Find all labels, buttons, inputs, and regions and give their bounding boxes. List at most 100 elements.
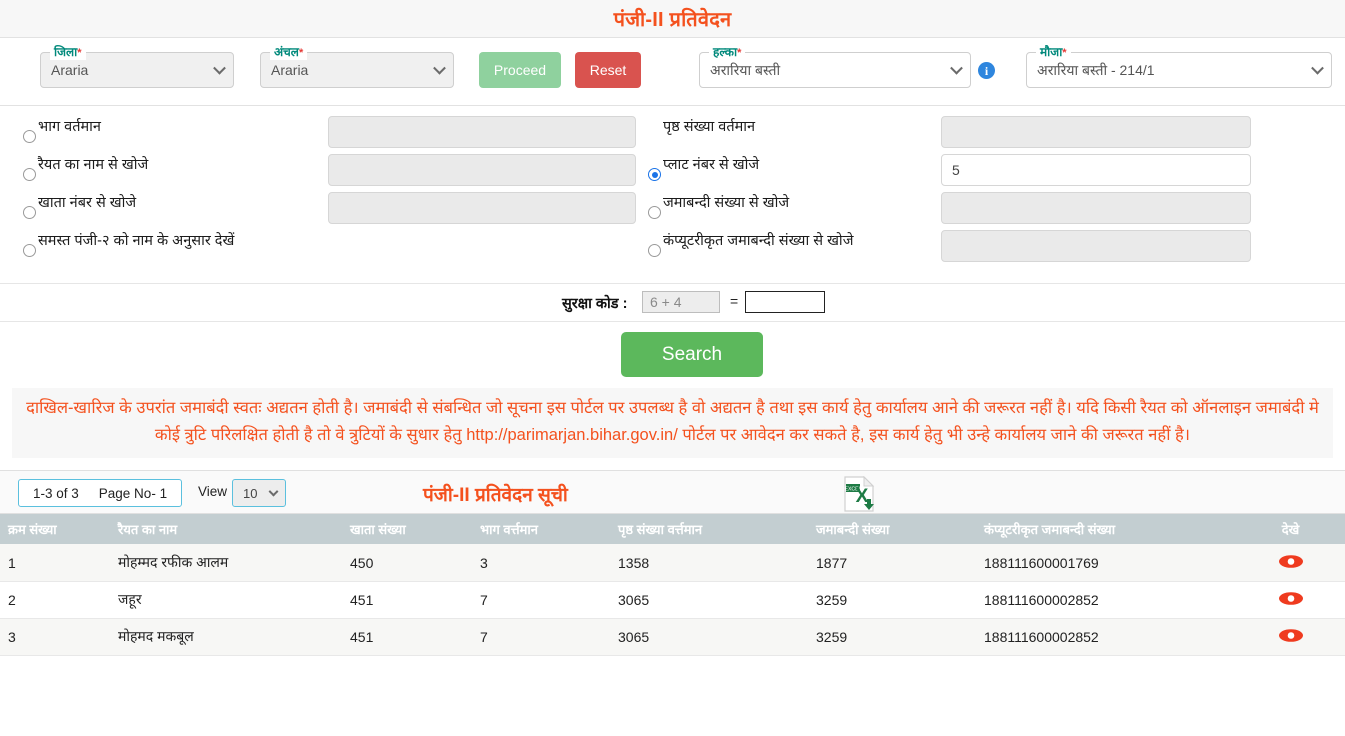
input-khata-number[interactable] <box>328 192 636 224</box>
view-label: View <box>198 484 228 500</box>
page-size-select[interactable]: 10 <box>232 479 286 508</box>
table-body: 1 मोहम्मद रफीक आलम 450 3 1358 1877 18811… <box>0 544 1345 656</box>
chevron-down-icon <box>268 487 279 497</box>
search-button[interactable]: Search <box>621 332 763 377</box>
input-plot-number[interactable]: 5 <box>941 154 1251 186</box>
reset-button[interactable]: Reset <box>575 52 641 88</box>
svg-text:X: X <box>856 486 869 507</box>
radio-computerised-jamabandi-number[interactable] <box>648 244 661 257</box>
list-title: पंजी-II प्रतिवेदन सूची <box>423 485 568 507</box>
chevron-down-icon <box>950 61 963 75</box>
cell-bhag: 3 <box>472 544 610 582</box>
page-size-value: 10 <box>243 485 258 501</box>
cell-khata: 451 <box>342 581 472 619</box>
table-row[interactable]: 2 जहूर 451 7 3065 3259 188111600002852 <box>0 581 1345 619</box>
search-criteria-section: भाग वर्तमान रैयत का नाम से खोजे खाता नंब… <box>0 106 1345 284</box>
label-bhag-vartaman: भाग वर्तमान <box>38 119 101 135</box>
th-view: देखे <box>1236 514 1345 545</box>
halka-label: हल्का* <box>709 43 746 60</box>
panji-2-report-page: पंजी-II प्रतिवेदन जिला* Araria अंचल* Ara… <box>0 0 1345 736</box>
label-jamabandi-number: जमाबन्दी संख्या से खोजे <box>663 195 790 211</box>
radio-plot-number[interactable] <box>648 168 661 181</box>
cell-prishth: 3065 <box>610 618 808 656</box>
th-prishth: पृष्ठ संख्या वर्त्तमान <box>610 514 808 545</box>
mauja-select[interactable]: अरारिया बस्ती - 214/1 <box>1026 52 1332 88</box>
district-value: Araria <box>51 62 89 78</box>
input-prishth-sankhya-vartaman[interactable] <box>941 116 1251 148</box>
district-label: जिला* <box>50 43 86 60</box>
captcha-label: सुरक्षा कोड : <box>562 296 628 312</box>
cell-view[interactable] <box>1236 581 1345 619</box>
record-range: 1-3 of 3 <box>33 485 79 501</box>
circle-value: Araria <box>271 62 309 78</box>
cell-prishth: 3065 <box>610 581 808 619</box>
cell-raiyat-name: मोहम्मद रफीक आलम <box>110 544 342 582</box>
input-bhag-vartaman[interactable] <box>328 116 636 148</box>
portal-notice: दाखिल-खारिज के उपरांत जमाबंदी स्वतः अद्य… <box>12 388 1333 459</box>
radio-raiyat-name[interactable] <box>23 168 36 181</box>
input-jamabandi-number[interactable] <box>941 192 1251 224</box>
input-raiyat-name[interactable] <box>328 154 636 186</box>
chevron-down-icon <box>433 61 446 75</box>
results-table: क्रम संख्या रैयत का नाम खाता संख्या भाग … <box>0 514 1345 656</box>
table-row[interactable]: 1 मोहम्मद रफीक आलम 450 3 1358 1877 18811… <box>0 544 1345 582</box>
th-raiyat-name: रैयत का नाम <box>110 514 342 545</box>
circle-field: अंचल* Araria <box>260 43 454 88</box>
page-number: Page No- 1 <box>98 485 168 501</box>
list-toolbar: 1-3 of 3 Page No- 1 View 10 पंजी-II प्रत… <box>0 470 1345 515</box>
label-raiyat-name: रैयत का नाम से खोजे <box>38 157 149 173</box>
cell-bhag: 7 <box>472 581 610 619</box>
page-title: पंजी-II प्रतिवेदन <box>613 9 732 31</box>
cell-view[interactable] <box>1236 618 1345 656</box>
cell-view[interactable] <box>1236 544 1345 582</box>
cell-comp-jamabandi: 188111600002852 <box>976 618 1236 656</box>
radio-jamabandi-number[interactable] <box>648 206 661 219</box>
eye-icon[interactable] <box>1278 591 1304 606</box>
proceed-button[interactable]: Proceed <box>479 52 561 88</box>
cell-prishth: 1358 <box>610 544 808 582</box>
label-khata-number: खाता नंबर से खोजे <box>38 195 137 211</box>
eye-icon[interactable] <box>1278 628 1304 643</box>
circle-label: अंचल* <box>270 43 308 60</box>
cell-serial: 3 <box>0 618 110 656</box>
info-glyph: i <box>984 63 989 78</box>
table-header: क्रम संख्या रैयत का नाम खाता संख्या भाग … <box>0 514 1345 545</box>
cell-bhag: 7 <box>472 618 610 656</box>
th-khata: खाता संख्या <box>342 514 472 545</box>
radio-bhag-vartaman[interactable] <box>23 130 36 143</box>
cell-comp-jamabandi: 188111600001769 <box>976 544 1236 582</box>
captcha-input[interactable] <box>745 291 825 313</box>
page-header: पंजी-II प्रतिवेदन <box>0 0 1345 38</box>
cell-raiyat-name: जहूर <box>110 581 342 619</box>
th-jamabandi: जमाबन्दी संख्या <box>808 514 976 545</box>
input-computerised-jamabandi-number[interactable] <box>941 230 1251 262</box>
cell-jamabandi: 1877 <box>808 544 976 582</box>
captcha-row: सुरक्षा कोड : 6 + 4 = <box>0 284 1345 322</box>
th-serial: क्रम संख्या <box>0 514 110 545</box>
radio-samast-panji-2[interactable] <box>23 244 36 257</box>
chevron-down-icon <box>1311 61 1324 75</box>
cell-serial: 2 <box>0 581 110 619</box>
eye-icon[interactable] <box>1278 554 1304 569</box>
cell-serial: 1 <box>0 544 110 582</box>
excel-export-icon[interactable]: EXCEL X <box>842 476 876 513</box>
info-icon[interactable]: i <box>978 62 995 79</box>
cell-jamabandi: 3259 <box>808 581 976 619</box>
pagination-info[interactable]: 1-3 of 3 Page No- 1 <box>18 479 183 508</box>
radio-khata-number[interactable] <box>23 206 36 219</box>
label-prishth-sankhya-vartaman: पृष्ठ संख्या वर्तमान <box>663 119 756 135</box>
captcha-equals: = <box>730 293 739 309</box>
search-button-row: Search <box>0 322 1345 380</box>
halka-field: हल्का* अरारिया बस्ती <box>699 43 971 88</box>
cell-khata: 451 <box>342 618 472 656</box>
captcha-question: 6 + 4 <box>642 291 720 313</box>
label-samast-panji-2: समस्त पंजी-२ को नाम के अनुसार देखें <box>38 233 235 249</box>
table-row[interactable]: 3 मोहमद मकबूल 451 7 3065 3259 1881116000… <box>0 618 1345 656</box>
mauja-label: मौजा* <box>1036 43 1071 60</box>
halka-value: अरारिया बस्ती <box>710 61 781 78</box>
cell-raiyat-name: मोहमद मकबूल <box>110 618 342 656</box>
label-computerised-jamabandi-number: कंप्यूटरीकृत जमाबन्दी संख्या से खोजे <box>663 233 854 249</box>
th-comp-jamabandi: कंप्यूटरीकृत जमाबन्दी संख्या <box>976 514 1236 545</box>
cell-jamabandi: 3259 <box>808 618 976 656</box>
label-plot-number: प्लाट नंबर से खोजे <box>663 157 760 173</box>
